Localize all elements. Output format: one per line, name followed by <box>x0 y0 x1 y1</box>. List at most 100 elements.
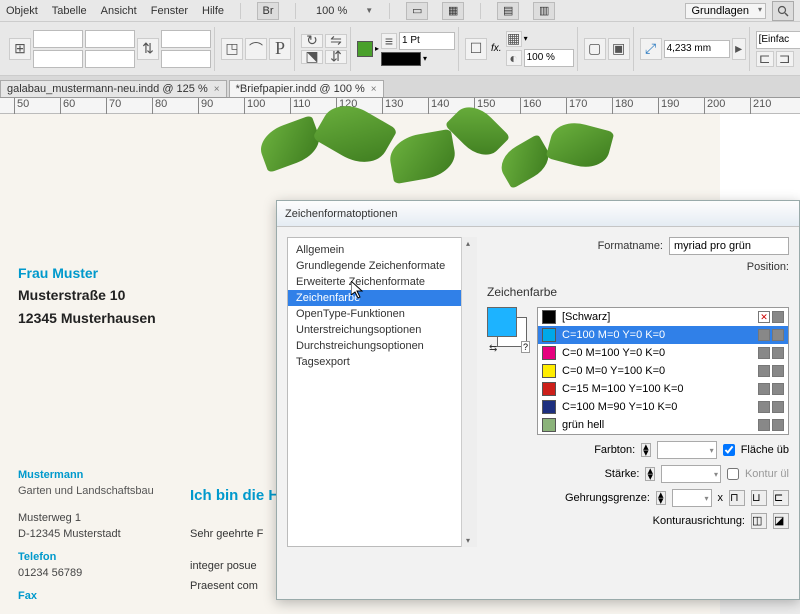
view-mode-icon[interactable]: ▭ <box>406 2 428 20</box>
measure-field[interactable]: 4,233 mm <box>664 40 730 58</box>
join-round-icon[interactable]: ⊔ <box>751 490 767 506</box>
position-label: Position: <box>747 261 789 273</box>
search-button[interactable] <box>772 1 794 21</box>
swatch-name: grün hell <box>562 419 604 431</box>
document-tab[interactable]: galabau_mustermann-neu.indd @ 125 % × <box>0 80 227 97</box>
stroke-style-dropdown-icon[interactable]: ▾ <box>423 54 427 63</box>
swatch-row[interactable]: [Schwarz] ✕ <box>538 308 788 326</box>
cat-allgemein[interactable]: Allgemein <box>288 242 476 258</box>
cap-icon-2[interactable]: ⊐ <box>776 51 794 67</box>
farbton-field[interactable] <box>657 441 717 459</box>
cat-zeichenfarbe[interactable]: Zeichenfarbe <box>288 290 476 306</box>
stroke-weight-field[interactable]: 1 Pt <box>399 32 455 50</box>
flaeche-checkbox[interactable] <box>723 444 735 456</box>
zoom-dropdown-icon[interactable]: ▼ <box>365 6 373 15</box>
paragraph-icon[interactable]: P <box>269 38 291 60</box>
staerke-stepper[interactable]: ▴▾ <box>645 467 655 481</box>
tab-close-icon[interactable]: × <box>371 84 377 95</box>
screen-mode-icon[interactable]: ▦ <box>442 2 464 20</box>
category-scrollbar[interactable] <box>461 237 477 547</box>
ref-point-icon[interactable]: ⊞ <box>9 38 31 60</box>
menu-tabelle[interactable]: Tabelle <box>52 5 87 17</box>
menu-hilfe[interactable]: Hilfe <box>202 5 224 17</box>
arrange2-icon[interactable]: ▥ <box>533 2 555 20</box>
join-bevel-icon[interactable]: ⊏ <box>773 490 789 506</box>
cat-grundlegende[interactable]: Grundlegende Zeichenformate <box>288 258 476 274</box>
dialog-titlebar[interactable]: Zeichenformatoptionen <box>277 201 799 227</box>
measure-tool-icon[interactable]: ⤢ <box>640 38 662 60</box>
x-field[interactable] <box>33 30 83 48</box>
h-field[interactable] <box>85 50 135 68</box>
bridge-button[interactable]: Br <box>257 2 279 20</box>
fill-proxy[interactable] <box>487 307 517 337</box>
zoom-level[interactable]: 100 % <box>312 5 351 17</box>
farbton-stepper[interactable]: ▴▾ <box>641 443 651 457</box>
cat-durchstreichung[interactable]: Durchstreichungsoptionen <box>288 338 476 354</box>
opacity-target-icon[interactable]: ▦ <box>506 31 522 47</box>
corner-radius-icon[interactable]: ⌒ <box>245 38 267 60</box>
swatch-list[interactable]: [Schwarz] ✕ C=100 M=0 Y=0 K=0 C=0 M=100 … <box>537 307 789 435</box>
tab-close-icon[interactable]: × <box>214 84 220 95</box>
swatch-row[interactable]: C=0 M=0 Y=100 K=0 <box>538 362 788 380</box>
fill-dropdown-icon[interactable]: ▸ <box>375 44 379 53</box>
cat-opentype[interactable]: OpenType-Funktionen <box>288 306 476 322</box>
menu-ansicht[interactable]: Ansicht <box>101 5 137 17</box>
swatch-row[interactable]: C=15 M=100 Y=100 K=0 <box>538 380 788 398</box>
stroke-style-swatch[interactable] <box>381 52 421 66</box>
align-inside-icon[interactable]: ◪ <box>773 513 789 529</box>
cat-tagsexport[interactable]: Tagsexport <box>288 354 476 370</box>
corner-icon[interactable]: ◳ <box>221 38 243 60</box>
opacity-field[interactable]: 100 % <box>524 49 574 67</box>
headline: Ich bin die H <box>190 482 279 509</box>
fx-icon[interactable]: ☐ <box>465 38 487 60</box>
fill-swatch[interactable] <box>357 41 373 57</box>
rotate-icon[interactable]: ↻ <box>301 34 323 48</box>
y-field[interactable] <box>33 50 83 68</box>
cat-unterstreichung[interactable]: Unterstreichungsoptionen <box>288 322 476 338</box>
gehrung-field[interactable] <box>672 489 712 507</box>
swatch-row[interactable]: C=100 M=90 Y=10 K=0 <box>538 398 788 416</box>
ruler-tick: 50 <box>14 98 29 114</box>
cap-icon-1[interactable]: ⊏ <box>756 51 774 67</box>
w-field[interactable] <box>85 30 135 48</box>
constrain-icon[interactable]: ⇅ <box>137 38 159 60</box>
swatch-row[interactable]: C=100 M=0 Y=0 K=0 <box>538 326 788 344</box>
align-center-icon[interactable]: ◫ <box>751 513 767 529</box>
stroke-weight-icon: ≡ <box>381 33 397 49</box>
kontur-checkbox[interactable] <box>727 468 739 480</box>
measure-stepper[interactable]: ▸ <box>732 38 746 60</box>
swatch-name: C=0 M=0 Y=100 K=0 <box>562 365 665 377</box>
menu-fenster[interactable]: Fenster <box>151 5 188 17</box>
formatname-input[interactable] <box>669 237 789 255</box>
scale-y-field[interactable] <box>161 50 211 68</box>
flip-h-icon[interactable]: ⇋ <box>325 34 347 48</box>
arrange-icon[interactable]: ▤ <box>497 2 519 20</box>
text-wrap-none-icon[interactable]: ▢ <box>584 38 606 60</box>
addressee-name: Frau Muster <box>18 262 156 284</box>
opacity-dropdown-icon[interactable]: ▾ <box>524 34 528 43</box>
text-wrap-bound-icon[interactable]: ▣ <box>608 38 630 60</box>
menu-objekt[interactable]: Objekt <box>6 5 38 17</box>
flip-v-icon[interactable]: ⇵ <box>325 50 347 64</box>
cat-erweiterte[interactable]: Erweiterte Zeichenformate <box>288 274 476 290</box>
join-miter-icon[interactable]: ⊓ <box>729 490 745 506</box>
document-tab[interactable]: *Briefpapier.indd @ 100 % × <box>229 80 384 97</box>
workspace-switcher[interactable]: Grundlagen <box>685 3 767 19</box>
swatch-row[interactable]: grün hell <box>538 416 788 434</box>
default-colors-icon[interactable]: ? <box>521 341 530 353</box>
menu-separator <box>389 3 390 19</box>
footer-city: D-12345 Musterstadt <box>18 526 154 543</box>
staerke-field[interactable] <box>661 465 721 483</box>
swap-icon[interactable]: ⇆ <box>487 343 499 354</box>
swatch-row[interactable]: C=0 M=100 Y=0 K=0 <box>538 344 788 362</box>
fx-label[interactable]: fx. <box>489 43 504 54</box>
shear-icon[interactable]: ⬔ <box>301 50 323 64</box>
einfach-field[interactable]: [Einfac <box>756 31 800 49</box>
gehrung-stepper[interactable]: ▴▾ <box>656 491 666 505</box>
scale-x-field[interactable] <box>161 30 211 48</box>
body-line: Sehr geehrte F <box>190 525 279 545</box>
swatch-color-icon <box>542 418 556 432</box>
gehrung-label: Gehrungsgrenze: <box>565 492 650 504</box>
category-list[interactable]: Allgemein Grundlegende Zeichenformate Er… <box>287 237 477 547</box>
kontur-align-label: Konturausrichtung: <box>653 515 745 527</box>
